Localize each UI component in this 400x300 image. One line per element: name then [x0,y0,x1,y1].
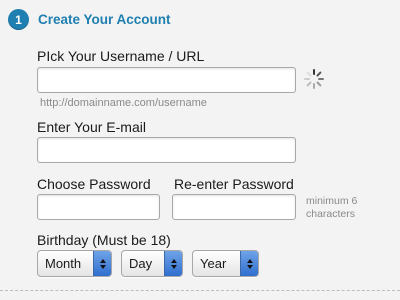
email-input[interactable] [37,137,296,163]
password-label: Choose Password [37,176,151,192]
month-select[interactable]: Month [37,250,112,277]
day-select[interactable]: Day [121,250,183,277]
step-title: Create Your Account [38,12,171,27]
year-select-value: Year [200,256,227,271]
step-number-badge: 1 [8,9,29,30]
month-select-value: Month [45,256,82,271]
password-input[interactable] [37,194,160,220]
birthday-label: Birthday (Must be 18) [37,232,171,248]
password-requirement-hint: minimum 6 characters [306,195,358,220]
updown-arrows-icon [93,251,111,276]
updown-arrows-icon [240,251,258,276]
step-header: 1 Create Your Account [8,9,171,30]
username-hint: http://domainname.com/username [40,97,207,109]
updown-arrows-icon [164,251,182,276]
year-select[interactable]: Year [192,250,259,277]
password-confirm-input[interactable] [172,194,296,220]
password-confirm-label: Re-enter Password [174,176,294,192]
email-label: Enter Your E-mail [37,119,146,135]
day-select-value: Day [129,256,153,271]
username-input[interactable] [37,67,296,93]
spinner-icon [304,69,324,89]
section-divider [0,290,400,291]
username-label: PIck Your Username / URL [37,48,205,64]
